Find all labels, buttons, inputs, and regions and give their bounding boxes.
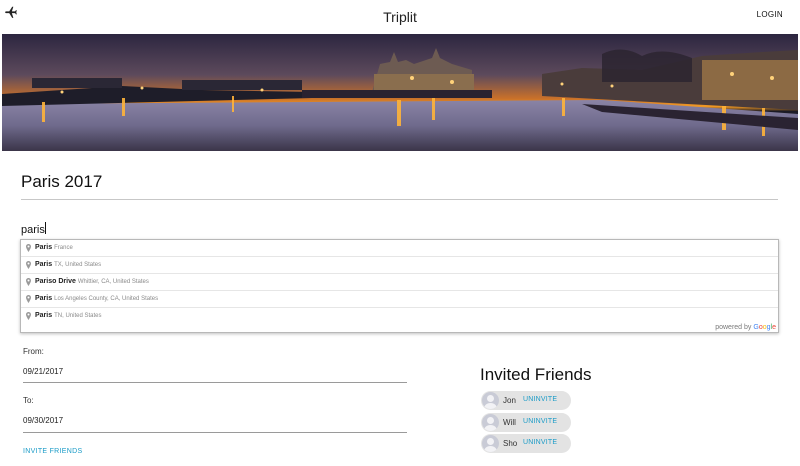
login-button[interactable]: LOGIN (757, 10, 783, 19)
map-pin-icon (26, 295, 31, 303)
autocomplete-main-text: Paris (35, 244, 53, 251)
friend-chip: Jon UNINVITE (481, 391, 571, 410)
to-date-field[interactable]: 09/30/2017 (23, 416, 63, 425)
autocomplete-item[interactable]: Paris Los Angeles County, CA, United Stat… (21, 291, 778, 308)
paris-banner-image (2, 34, 798, 151)
map-pin-icon (26, 278, 31, 286)
from-label: From: (23, 347, 44, 356)
avatar (482, 414, 499, 431)
invite-friends-button[interactable]: INVITE FRIENDS (23, 448, 82, 455)
to-label: To: (23, 396, 34, 405)
from-field-underline (23, 382, 407, 383)
autocomplete-secondary-text: TN, United States (54, 313, 102, 319)
autocomplete-secondary-text: Whittier, CA, United States (77, 279, 149, 285)
uninvite-button[interactable]: UNINVITE (523, 396, 557, 403)
friend-name: Will (503, 418, 516, 427)
friend-chip: Sho UNINVITE (481, 434, 571, 453)
autocomplete-main-text: Paris (35, 261, 53, 268)
autocomplete-secondary-text: TX, United States (54, 262, 102, 268)
uninvite-button[interactable]: UNINVITE (523, 439, 557, 446)
autocomplete-main-text: Paris (35, 312, 53, 319)
app-title: Triplit (383, 9, 417, 25)
autocomplete-item[interactable]: Pariso Drive Whittier, CA, United States (21, 274, 778, 291)
autocomplete-secondary-text: Los Angeles County, CA, United States (54, 296, 159, 302)
friend-name: Jon (503, 396, 516, 405)
from-date-field[interactable]: 09/21/2017 (23, 367, 63, 376)
invited-friends-heading: Invited Friends (480, 365, 592, 384)
trip-title: Paris 2017 (21, 172, 103, 191)
map-pin-icon (26, 312, 31, 320)
to-field-underline (23, 432, 407, 433)
powered-by-text: powered by (715, 324, 752, 331)
friend-chip: Will UNINVITE (481, 413, 571, 432)
location-search-input[interactable] (21, 221, 778, 239)
autocomplete-item[interactable]: Paris TN, United States (21, 308, 778, 325)
map-pin-icon (26, 261, 31, 269)
autocomplete-secondary-text: France (54, 245, 73, 251)
uninvite-button[interactable]: UNINVITE (523, 418, 557, 425)
google-logo: Google (753, 324, 776, 331)
avatar (482, 392, 499, 409)
autocomplete-main-text: Paris (35, 295, 53, 302)
powered-by-google: powered by Google (715, 324, 776, 331)
text-caret (45, 222, 46, 234)
autocomplete-item[interactable]: Paris France (21, 240, 778, 257)
avatar (482, 435, 499, 452)
top-app-bar: Triplit LOGIN (0, 0, 800, 32)
autocomplete-item[interactable]: Paris TX, United States (21, 257, 778, 274)
autocomplete-dropdown: Paris France Paris TX, United States Paris… (20, 239, 779, 333)
map-pin-icon (26, 244, 31, 252)
title-divider (21, 199, 778, 200)
autocomplete-main-text: Pariso Drive (35, 278, 76, 285)
friend-name: Sho (503, 439, 518, 448)
